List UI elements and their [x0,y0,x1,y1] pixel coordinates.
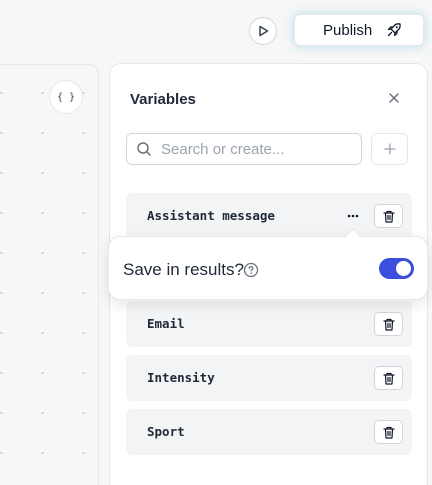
search-input[interactable] [161,140,351,158]
test-flow-button[interactable] [249,17,277,45]
help-icon[interactable] [243,262,259,278]
variable-name: Email [147,316,185,331]
variables-toggle-button[interactable]: { } [49,80,83,114]
add-variable-button[interactable] [371,133,408,165]
variable-options-popover: Save in results? [108,228,428,300]
variable-row[interactable]: Sport [126,409,412,455]
publish-button[interactable]: Publish [294,14,424,46]
plus-icon [383,143,396,155]
play-icon [259,25,269,37]
variable-name: Sport [147,424,185,439]
trash-icon [382,426,395,439]
top-bar: Publish [0,0,432,62]
toggle-knob [396,261,411,276]
delete-variable-button[interactable] [374,366,403,390]
rocket-icon [388,23,401,37]
braces-icon: { } [56,91,76,103]
variable-name: Assistant message [147,208,275,223]
more-horizontal-icon [347,214,359,218]
close-icon [389,93,399,103]
trash-icon [382,372,395,385]
close-panel-button[interactable] [385,89,403,107]
variable-row[interactable]: Assistant message [126,193,412,239]
trash-icon [382,210,395,223]
publish-button-label: Publish [323,21,373,39]
flow-canvas[interactable] [0,64,99,485]
save-in-results-toggle[interactable] [379,258,414,279]
search-icon [137,142,151,156]
delete-variable-button[interactable] [374,204,403,228]
variable-name: Intensity [147,370,215,385]
variable-row[interactable]: Intensity [126,355,412,401]
save-in-results-label: Save in results? [123,260,244,279]
variable-row[interactable]: Email [126,301,412,347]
trash-icon [382,318,395,331]
more-options-button[interactable] [340,205,366,227]
delete-variable-button[interactable] [374,420,403,444]
panel-title: Variables [130,91,196,108]
search-box [126,133,362,165]
delete-variable-button[interactable] [374,312,403,336]
